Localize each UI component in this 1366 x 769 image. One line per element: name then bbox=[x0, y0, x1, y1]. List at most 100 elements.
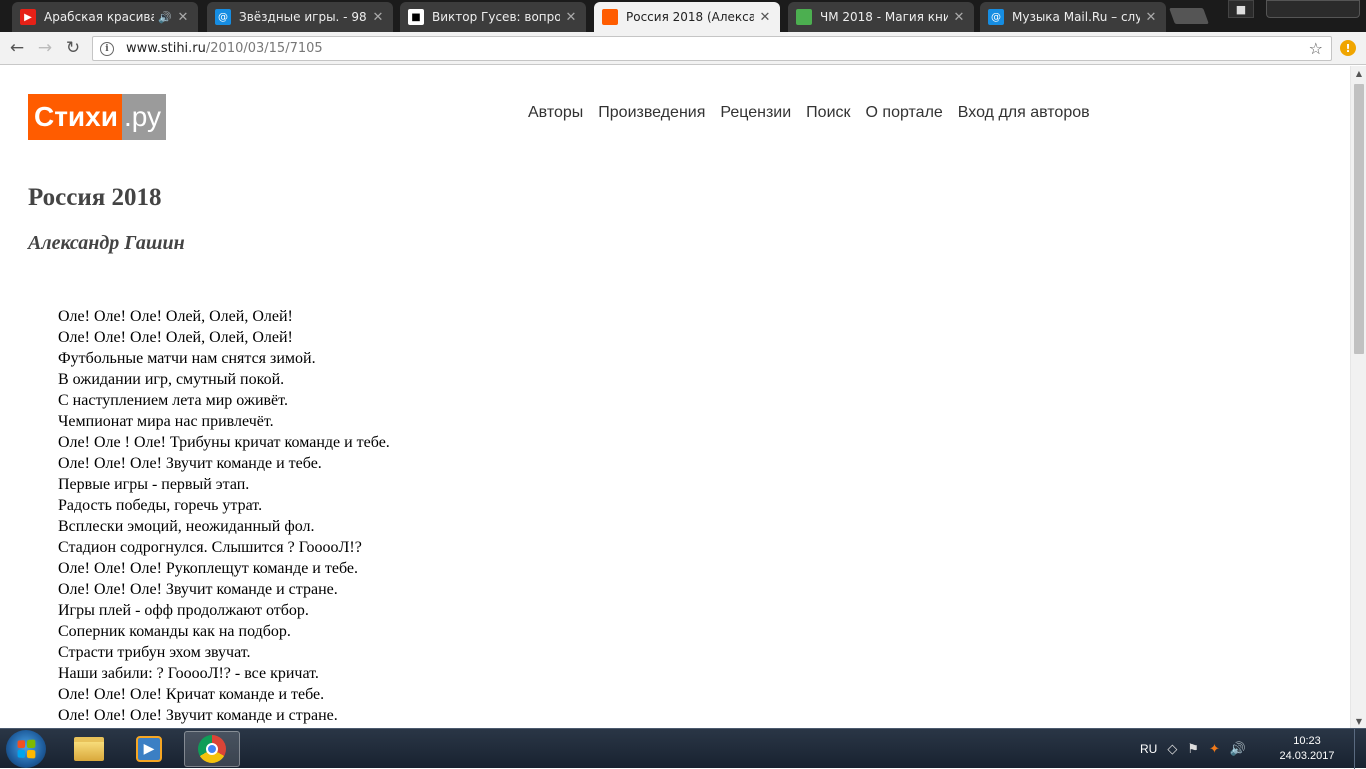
logo-suffix: .ру bbox=[121, 94, 166, 140]
close-tab-icon[interactable]: ✕ bbox=[176, 10, 190, 25]
close-tab-icon[interactable]: ✕ bbox=[952, 10, 966, 25]
poem-line: Первые игры - первый этап. bbox=[58, 476, 250, 493]
poem-line: Оле! Оле! Оле! Олей, Олей, Олей! bbox=[58, 308, 293, 325]
mailru-icon: @ bbox=[988, 9, 1004, 25]
action-center-flag-icon[interactable]: ⚑ bbox=[1187, 742, 1199, 757]
system-tray: RU ◇ ⚑ ✦ 🔊 bbox=[1140, 729, 1246, 769]
poem-text: Оле! Оле! Оле! Олей, Олей, Олей! Оле! Оле… bbox=[58, 306, 390, 726]
clock-date: 24.03.2017 bbox=[1279, 750, 1335, 762]
taskbar-chrome[interactable] bbox=[184, 731, 240, 767]
poem-line: Соперник команды как на подбор. bbox=[58, 623, 291, 640]
site-nav: Авторы Произведения Рецензии Поиск О пор… bbox=[528, 104, 1090, 122]
poem-line: Чемпионат мира нас привлечёт. bbox=[58, 413, 274, 430]
network-icon[interactable]: ◇ bbox=[1167, 742, 1177, 757]
back-button[interactable]: ← bbox=[6, 37, 28, 59]
site-icon: ■ bbox=[408, 9, 424, 25]
info-icon[interactable]: i bbox=[100, 41, 114, 56]
tab-title: Звёздные игры. - 98 фот bbox=[239, 10, 367, 24]
windows-taskbar: ▶ RU ◇ ⚑ ✦ 🔊 10:23 24.03.2017 bbox=[0, 728, 1366, 769]
poem-line: Оле! Оле! Оле! Звучит команде и тебе. bbox=[58, 455, 322, 472]
poem-line: Оле! Оле! Оле! Кричат команде и тебе. bbox=[58, 686, 325, 703]
poem-line: Всплески эмоций, неожиданный фол. bbox=[58, 518, 315, 535]
browser-tab[interactable]: ▶ Арабская красивая м🔊 ✕ bbox=[12, 2, 198, 32]
system-clock[interactable]: 10:23 24.03.2017 bbox=[1270, 734, 1344, 764]
clock-time: 10:23 bbox=[1293, 735, 1321, 747]
browser-tab[interactable]: ■ Виктор Гусев: вопросы ✕ bbox=[400, 2, 586, 32]
folder-icon bbox=[74, 737, 104, 761]
windows-logo-icon bbox=[17, 739, 36, 759]
scroll-down-icon[interactable]: ▼ bbox=[1351, 714, 1366, 728]
poem-author[interactable]: Александр Гашин bbox=[28, 232, 185, 255]
show-desktop-button[interactable] bbox=[1354, 729, 1366, 769]
tab-title: Арабская красивая м bbox=[44, 10, 155, 24]
nav-reviews[interactable]: Рецензии bbox=[720, 104, 791, 122]
close-tab-icon[interactable]: ✕ bbox=[371, 10, 385, 25]
sheet-icon bbox=[796, 9, 812, 25]
poem-line: Страсти трибун эхом звучат. bbox=[58, 644, 251, 661]
site-logo[interactable]: Стихи .ру bbox=[28, 94, 166, 140]
url-host: www.stihi.ru bbox=[126, 41, 206, 56]
tab-title: Виктор Гусев: вопросы bbox=[432, 10, 560, 24]
scrollbar-thumb[interactable] bbox=[1354, 84, 1364, 354]
logo-main: Стихи bbox=[28, 94, 122, 140]
nav-search[interactable]: Поиск bbox=[806, 104, 850, 122]
poem-line: Радость победы, горечь утрат. bbox=[58, 497, 263, 514]
browser-tab[interactable]: @ Музыка Mail.Ru – слуша ✕ bbox=[980, 2, 1166, 32]
page-viewport: Стихи .ру Авторы Произведения Рецензии П… bbox=[0, 66, 1350, 728]
tab-title: ЧМ 2018 - Магия книги bbox=[820, 10, 948, 24]
poem-line: Игры плей - офф продолжают отбор. bbox=[58, 602, 309, 619]
volume-icon[interactable]: 🔊 bbox=[1230, 742, 1246, 757]
poem-line: С наступлением лета мир оживёт. bbox=[58, 392, 288, 409]
arrow-right-icon: → bbox=[37, 38, 53, 58]
poem-line: Оле! Оле! Оле! Звучит команде и стране. bbox=[58, 581, 338, 598]
reload-button[interactable]: ↻ bbox=[62, 37, 84, 59]
poem-line: Наши забили: ? ГооооЛ!? - все кричат. bbox=[58, 665, 319, 682]
audio-playing-icon[interactable]: 🔊 bbox=[158, 11, 172, 24]
close-tab-icon[interactable]: ✕ bbox=[758, 10, 772, 25]
language-indicator[interactable]: RU bbox=[1140, 742, 1157, 756]
nav-authors[interactable]: Авторы bbox=[528, 104, 583, 122]
close-tab-icon[interactable]: ✕ bbox=[564, 10, 578, 25]
poem-line: Футбольные матчи нам снятся зимой. bbox=[58, 350, 316, 367]
start-button[interactable] bbox=[6, 730, 46, 768]
browser-tab[interactable]: ЧМ 2018 - Магия книги ✕ bbox=[788, 2, 974, 32]
nav-about[interactable]: О портале bbox=[866, 104, 943, 122]
poem-line: Стадион содрогнулся. Слышится ? ГооооЛ!? bbox=[58, 539, 362, 556]
close-tab-icon[interactable]: ✕ bbox=[1144, 10, 1158, 25]
forward-button[interactable]: → bbox=[34, 37, 56, 59]
browser-toolbar: ← → ↻ i www.stihi.ru/2010/03/15/7105 ☆ ! bbox=[0, 32, 1366, 65]
arrow-left-icon: ← bbox=[9, 38, 25, 58]
browser-tab[interactable]: Россия 2018 (Александр ✕ bbox=[594, 2, 780, 32]
media-player-icon: ▶ bbox=[136, 736, 162, 762]
poem-line: Оле! Оле! Оле! Олей, Олей, Олей! bbox=[58, 329, 293, 346]
poem-line: Оле! Оле! Оле! Рукоплещут команде и тебе… bbox=[58, 560, 358, 577]
poem-line: Оле! Оле! Оле! Звучит команде и стране. bbox=[58, 707, 338, 724]
address-bar[interactable]: i www.stihi.ru/2010/03/15/7105 ☆ bbox=[92, 36, 1332, 61]
browser-tab-strip: ▶ Арабская красивая м🔊 ✕ @ Звёздные игры. - … bbox=[0, 0, 1366, 32]
extension-alert-icon[interactable]: ! bbox=[1340, 40, 1356, 56]
user-icon: ■ bbox=[1235, 2, 1247, 16]
chrome-icon bbox=[198, 735, 226, 763]
window-controls[interactable] bbox=[1266, 0, 1360, 18]
taskbar-explorer[interactable] bbox=[61, 731, 117, 767]
poem-title: Россия 2018 bbox=[28, 184, 162, 211]
browser-tab[interactable]: @ Звёздные игры. - 98 фот ✕ bbox=[207, 2, 393, 32]
nav-works[interactable]: Произведения bbox=[598, 104, 705, 122]
bookmark-star-icon[interactable]: ☆ bbox=[1309, 39, 1323, 58]
url-path: /2010/03/15/7105 bbox=[205, 41, 323, 56]
reload-icon: ↻ bbox=[65, 38, 81, 58]
user-profile-button[interactable]: ■ bbox=[1228, 0, 1254, 18]
nav-login[interactable]: Вход для авторов bbox=[958, 104, 1090, 122]
youtube-icon: ▶ bbox=[20, 9, 36, 25]
poem-line: Оле! Оле ! Оле! Трибуны кричат команде и… bbox=[58, 434, 390, 451]
address-url: www.stihi.ru/2010/03/15/7105 bbox=[126, 41, 323, 56]
stihi-icon bbox=[602, 9, 618, 25]
tab-title: Музыка Mail.Ru – слуша bbox=[1012, 10, 1140, 24]
page-scrollbar[interactable]: ▲ ▼ bbox=[1350, 66, 1366, 728]
new-tab-button[interactable] bbox=[1169, 8, 1209, 24]
poem-line: В ожидании игр, смутный покой. bbox=[58, 371, 285, 388]
scroll-up-icon[interactable]: ▲ bbox=[1351, 66, 1366, 80]
taskbar-media-player[interactable]: ▶ bbox=[121, 731, 177, 767]
mailru-icon: @ bbox=[215, 9, 231, 25]
antivirus-icon[interactable]: ✦ bbox=[1209, 742, 1220, 757]
